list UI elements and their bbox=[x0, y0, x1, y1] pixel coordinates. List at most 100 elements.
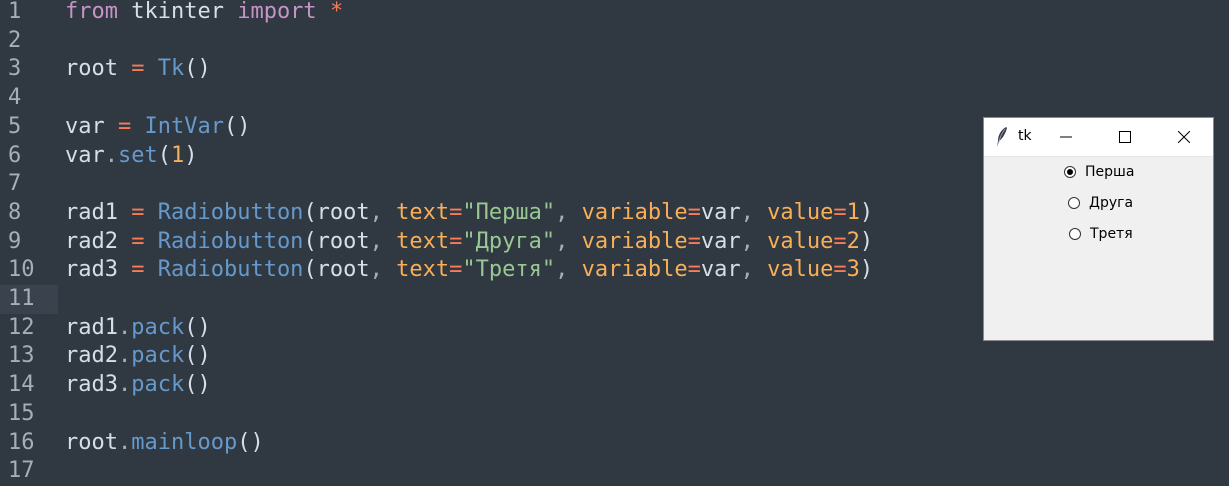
code-token: value bbox=[767, 199, 834, 225]
code-token: . bbox=[117, 314, 132, 340]
code-token: = bbox=[833, 199, 847, 225]
code-token: . bbox=[117, 429, 132, 455]
radio-indicator[interactable] bbox=[1068, 197, 1080, 209]
code-token: rad2 bbox=[65, 228, 132, 254]
radio-persha[interactable]: Перша bbox=[1064, 161, 1134, 183]
code-token: pack bbox=[131, 343, 185, 369]
close-button[interactable] bbox=[1155, 118, 1213, 156]
code-text: rad3.pack() bbox=[65, 371, 211, 400]
code-token: Radiobutton bbox=[157, 228, 304, 254]
code-token: () bbox=[237, 429, 264, 455]
code-token: rad2 bbox=[65, 343, 118, 369]
radio-indicator[interactable] bbox=[1064, 166, 1076, 178]
line-number: 1 bbox=[8, 0, 22, 24]
code-token: text bbox=[396, 199, 450, 225]
line-number: 11 bbox=[0, 285, 58, 314]
code-token: variable bbox=[581, 257, 688, 283]
code-token: mainloop bbox=[131, 429, 238, 455]
code-text: rad2 = Radiobutton(root, text="Друга", v… bbox=[65, 228, 873, 257]
code-token: () bbox=[223, 113, 251, 139]
minimize-icon bbox=[1060, 136, 1072, 138]
code-token: . bbox=[104, 142, 118, 168]
window-title: tk bbox=[1018, 128, 1032, 144]
code-token: = bbox=[131, 228, 145, 254]
code-token: Radiobutton bbox=[157, 199, 304, 225]
code-token: Tk bbox=[157, 56, 185, 82]
code-token: value bbox=[767, 257, 834, 283]
code-token: , bbox=[740, 228, 768, 254]
code-token: , bbox=[555, 257, 582, 283]
maximize-button[interactable] bbox=[1096, 118, 1154, 156]
radio-tretia[interactable]: Третя bbox=[1069, 223, 1133, 245]
minimize-button[interactable] bbox=[1037, 118, 1095, 156]
code-token: , bbox=[740, 257, 768, 283]
code-line[interactable]: 13 rad2.pack() bbox=[0, 342, 1229, 371]
line-number: 6 bbox=[8, 142, 22, 168]
title-bar[interactable]: tk bbox=[984, 118, 1213, 157]
code-text: rad3 = Radiobutton(root, text="Третя", v… bbox=[65, 256, 873, 285]
code-token: "Перша" bbox=[462, 199, 556, 225]
line-number: 5 bbox=[8, 113, 22, 139]
line-number: 4 bbox=[8, 85, 22, 111]
code-token: , bbox=[555, 199, 582, 225]
code-token: . bbox=[117, 372, 132, 398]
code-line[interactable]: 2 bbox=[0, 27, 1229, 56]
code-token: variable bbox=[581, 199, 688, 225]
code-token: = bbox=[449, 257, 463, 283]
code-token: import bbox=[237, 0, 317, 24]
line-number: 15 bbox=[8, 400, 35, 426]
line-number: 12 bbox=[8, 314, 35, 340]
code-text: var.set(1) bbox=[65, 142, 198, 171]
code-token: , bbox=[740, 199, 768, 225]
code-line[interactable]: 15 bbox=[0, 400, 1229, 429]
code-token: = bbox=[687, 257, 701, 283]
code-token: (root bbox=[303, 257, 370, 283]
code-token: var bbox=[700, 257, 741, 283]
code-token: text bbox=[396, 257, 450, 283]
code-token: text bbox=[396, 228, 450, 254]
line-number: 7 bbox=[8, 171, 22, 197]
line-number: 9 bbox=[8, 228, 22, 254]
code-token: () bbox=[184, 343, 211, 369]
code-token: = bbox=[833, 228, 847, 254]
code-token: * bbox=[329, 0, 344, 24]
code-token: var bbox=[65, 142, 105, 168]
code-token: var bbox=[700, 199, 741, 225]
code-line[interactable]: 17 bbox=[0, 457, 1229, 486]
line-number: 13 bbox=[8, 343, 35, 369]
line-number: 17 bbox=[8, 458, 35, 484]
code-token: pack bbox=[131, 372, 185, 398]
code-token: = bbox=[131, 199, 145, 225]
code-token: ) bbox=[184, 142, 198, 168]
code-line[interactable]: 16 root.mainloop() bbox=[0, 429, 1229, 458]
code-text: root = Tk() bbox=[65, 55, 211, 84]
code-token: = bbox=[687, 228, 701, 254]
close-icon bbox=[1178, 131, 1190, 143]
code-token: var bbox=[700, 228, 741, 254]
code-token: root bbox=[65, 429, 118, 455]
code-text: rad2.pack() bbox=[65, 342, 211, 371]
code-token: = bbox=[449, 228, 463, 254]
code-line[interactable]: 3 root = Tk() bbox=[0, 55, 1229, 84]
code-line[interactable]: 1 from tkinter import * bbox=[0, 0, 1229, 27]
radio-indicator[interactable] bbox=[1069, 228, 1081, 240]
code-token: rad3 bbox=[65, 257, 132, 283]
code-token: value bbox=[767, 228, 834, 254]
code-token: () bbox=[184, 314, 211, 340]
code-token: from bbox=[65, 0, 118, 24]
tk-window: tk Перша Друга Третя bbox=[983, 117, 1214, 341]
line-number: 8 bbox=[8, 199, 22, 225]
code-line[interactable]: 4 bbox=[0, 84, 1229, 113]
code-token: root bbox=[65, 56, 132, 82]
code-token: 1 bbox=[846, 199, 860, 225]
code-line[interactable]: 14 rad3.pack() bbox=[0, 371, 1229, 400]
code-token: () bbox=[184, 56, 211, 82]
code-token: , bbox=[369, 199, 397, 225]
code-token: rad1 bbox=[65, 314, 118, 340]
radio-druha[interactable]: Друга bbox=[1068, 192, 1133, 214]
